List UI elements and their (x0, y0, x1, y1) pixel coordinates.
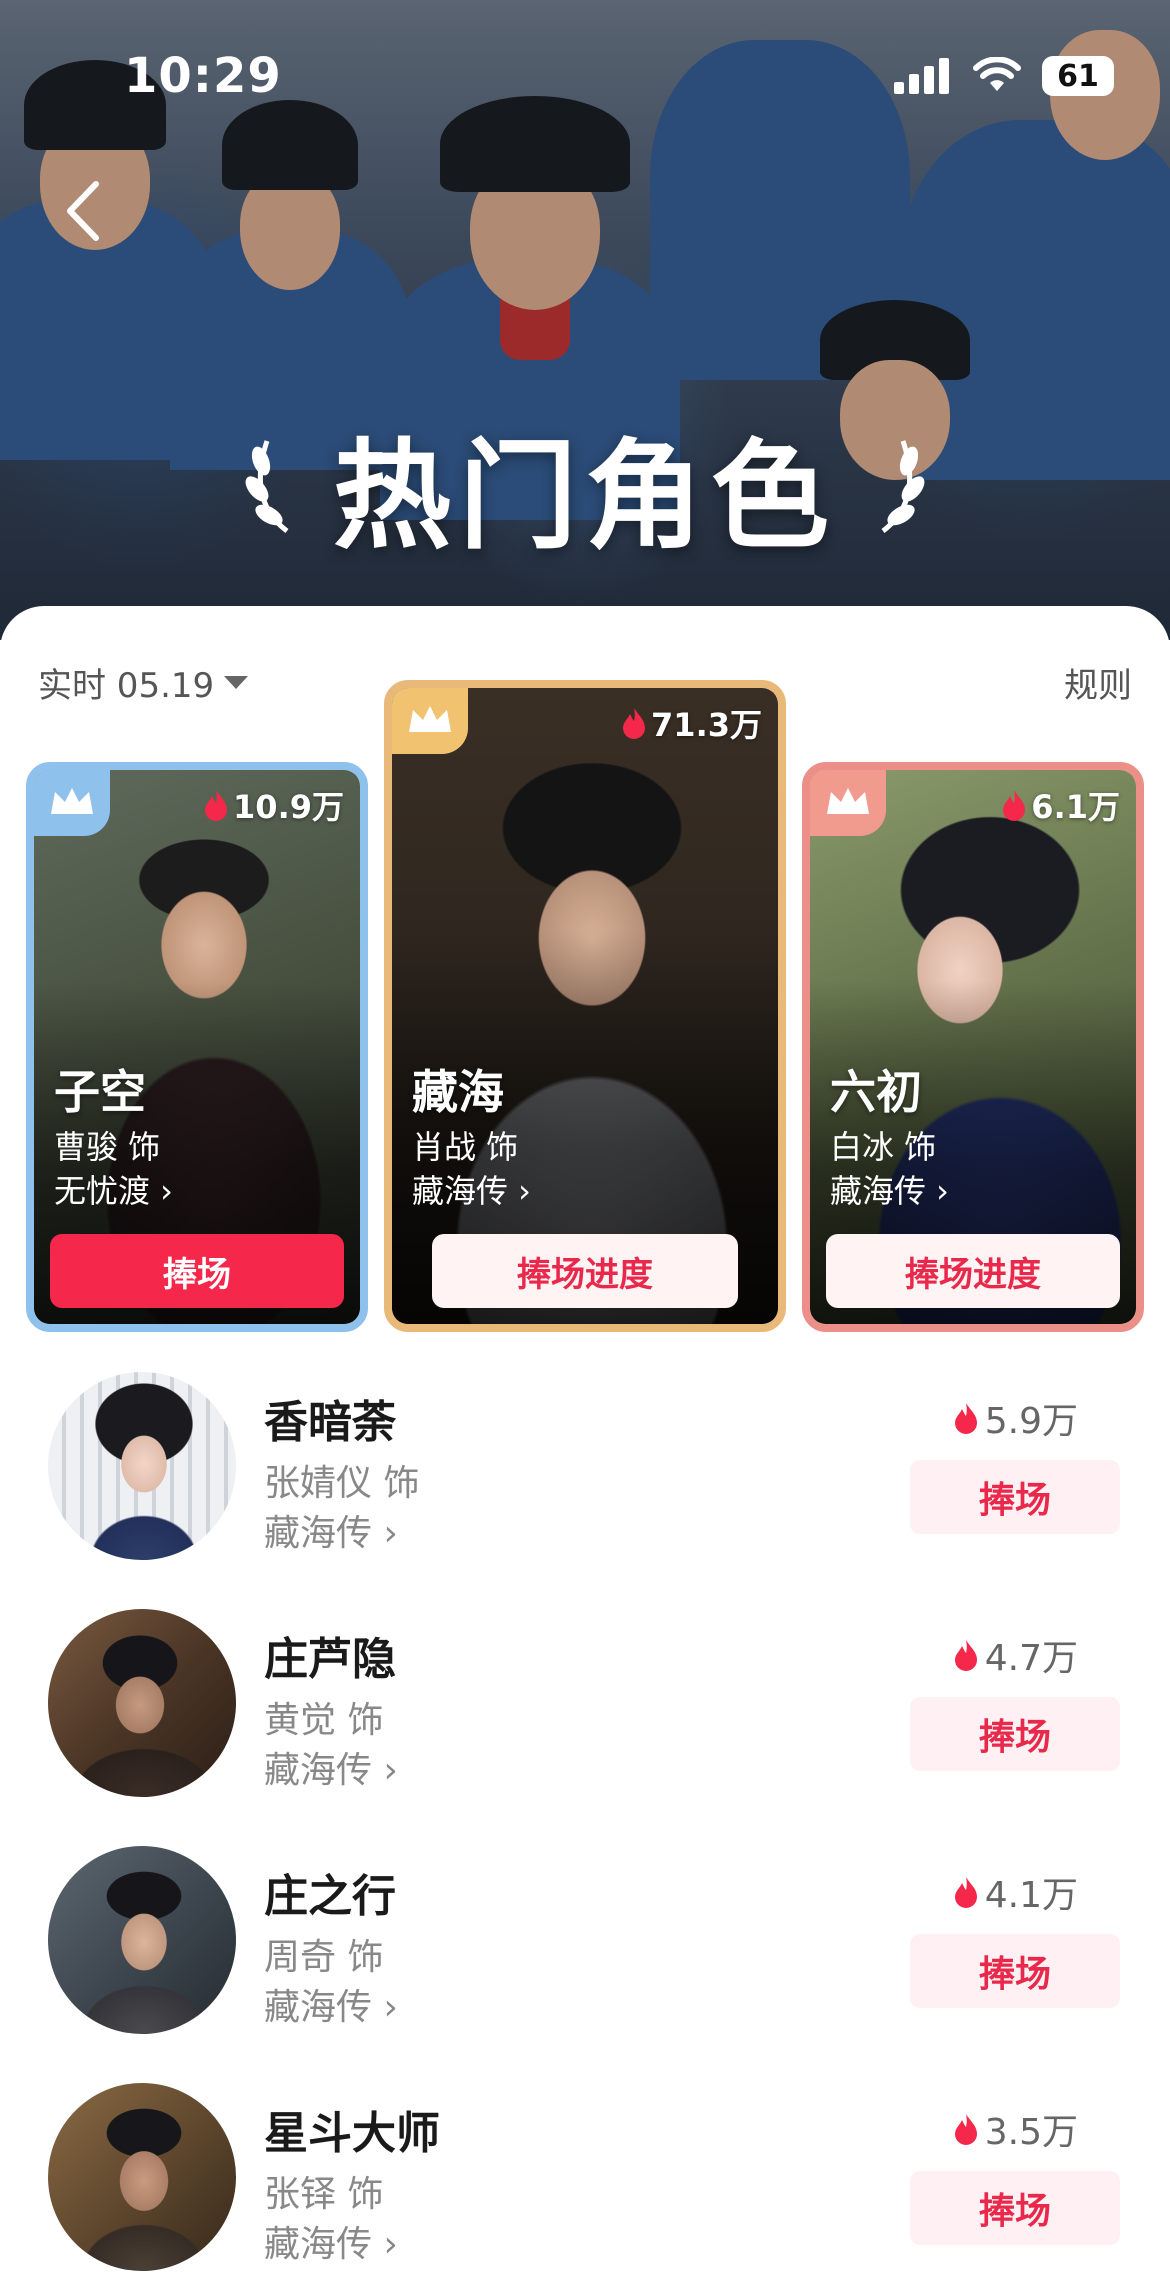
support-button[interactable]: 捧场 (910, 2171, 1120, 2245)
status-icons: 61 (894, 56, 1114, 96)
bronze-crown-icon (810, 770, 886, 836)
actor-name: 肖战 饰 (412, 1128, 519, 1166)
flame-icon (954, 1403, 977, 1434)
support-progress-button[interactable]: 捧场进度 (432, 1234, 738, 1308)
heat-count: 10.9万 (203, 782, 344, 828)
battery-icon: 61 (1042, 56, 1114, 96)
rules-link[interactable]: 规则 (1064, 658, 1132, 707)
list-item[interactable]: 庄之行 周奇 饰 藏海传 › 4.1万 捧场 (0, 1846, 1170, 2046)
avatar (48, 1372, 236, 1560)
heat-count: 5.9万 (953, 1392, 1078, 1444)
show-link[interactable]: 藏海传 › (412, 1166, 531, 1212)
list-item[interactable]: 庄芦隐 黄觉 饰 藏海传 › 4.7万 捧场 (0, 1609, 1170, 1809)
flame-icon (1003, 790, 1026, 821)
gold-crown-icon (392, 688, 468, 754)
support-button[interactable]: 捧场 (50, 1234, 344, 1308)
character-name: 庄芦隐 (264, 1634, 396, 1685)
laurel-left-icon (245, 439, 289, 533)
flame-icon (205, 790, 228, 821)
hero-banner: 10:29 61 热门角色 (0, 0, 1170, 640)
flame-icon (954, 1877, 977, 1908)
support-button[interactable]: 捧场 (910, 1460, 1120, 1534)
heat-count: 4.1万 (953, 1866, 1078, 1918)
top-card-rank-1[interactable]: 71.3万 藏海 肖战 饰 藏海传 › 捧场进度 (384, 680, 786, 1332)
show-link[interactable]: 藏海传 › (264, 2215, 398, 2267)
blue-crown-icon (34, 770, 110, 836)
chevron-left-icon (67, 181, 99, 241)
show-link[interactable]: 藏海传 › (264, 1504, 398, 1556)
list-item[interactable]: 星斗大师 张铎 饰 藏海传 › 3.5万 捧场 (0, 2083, 1170, 2279)
actor-name: 黄觉 饰 (264, 1700, 384, 1741)
actor-name: 白冰 饰 (830, 1128, 937, 1166)
cellular-signal-icon (894, 58, 949, 94)
ranking-sheet: 实时 05.19 规则 10.9万 子空 曹骏 饰 无忧渡 › 捧场 71.3万… (0, 606, 1170, 2279)
show-link[interactable]: 无忧渡 › (54, 1166, 173, 1212)
flame-icon (954, 2114, 977, 2145)
support-button[interactable]: 捧场 (910, 1697, 1120, 1771)
support-progress-button[interactable]: 捧场进度 (826, 1234, 1120, 1308)
actor-name: 张铎 饰 (264, 2174, 384, 2215)
page-title: 热门角色 (332, 427, 837, 565)
hero-title-group: 热门角色 (0, 400, 1170, 571)
show-link[interactable]: 藏海传 › (264, 1741, 398, 1793)
heat-count: 6.1万 (1001, 782, 1120, 828)
top-card-rank-3[interactable]: 6.1万 六初 白冰 饰 藏海传 › 捧场进度 (802, 762, 1144, 1332)
avatar (48, 1609, 236, 1797)
top-card-rank-2[interactable]: 10.9万 子空 曹骏 饰 无忧渡 › 捧场 (26, 762, 368, 1332)
wifi-icon (973, 57, 1021, 91)
support-button[interactable]: 捧场 (910, 1934, 1120, 2008)
heat-count: 4.7万 (953, 1629, 1078, 1681)
avatar (48, 1846, 236, 2034)
character-name: 六初 (830, 1065, 922, 1119)
character-name: 星斗大师 (264, 2108, 440, 2159)
character-name: 藏海 (412, 1065, 504, 1119)
date-filter[interactable]: 实时 05.19 (38, 658, 249, 707)
show-link[interactable]: 藏海传 › (830, 1166, 949, 1212)
laurel-right-icon (881, 439, 925, 533)
character-name: 子空 (54, 1065, 146, 1119)
actor-name: 曹骏 饰 (54, 1128, 161, 1166)
avatar (48, 2083, 236, 2271)
actor-name: 张婧仪 饰 (264, 1463, 420, 1504)
heat-count: 71.3万 (621, 700, 762, 746)
status-time: 10:29 (124, 48, 282, 104)
list-item[interactable]: 香暗荼 张婧仪 饰 藏海传 › 5.9万 捧场 (0, 1372, 1170, 1572)
back-button[interactable] (56, 176, 112, 246)
caret-down-icon (224, 676, 249, 689)
flame-icon (954, 1640, 977, 1671)
heat-count: 3.5万 (953, 2103, 1078, 2155)
date-filter-label: 实时 05.19 (38, 666, 215, 706)
actor-name: 周奇 饰 (264, 1937, 384, 1978)
character-name: 香暗荼 (264, 1397, 396, 1448)
flame-icon (623, 708, 646, 739)
character-name: 庄之行 (264, 1871, 396, 1922)
show-link[interactable]: 藏海传 › (264, 1978, 398, 2030)
